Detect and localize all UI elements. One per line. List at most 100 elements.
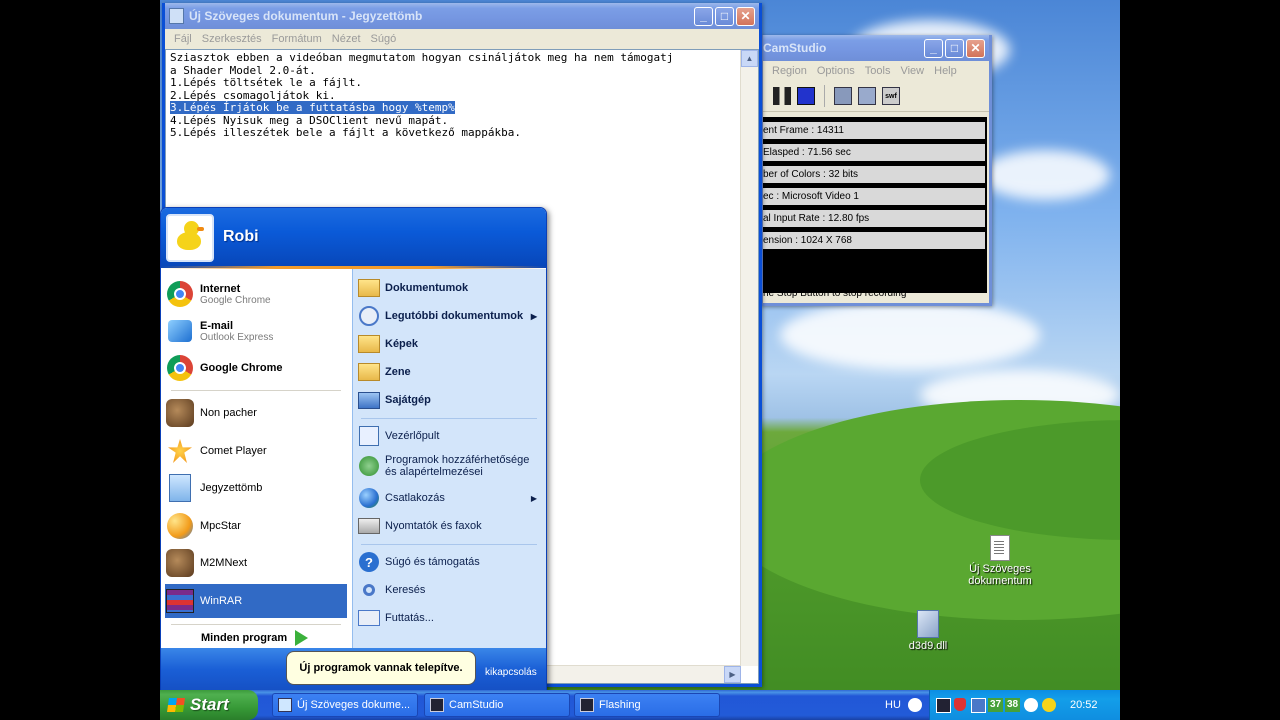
avatar[interactable] (166, 214, 214, 262)
menu-help[interactable]: Súgó (366, 33, 402, 45)
recent-m2mnext[interactable]: M2MNext (165, 547, 347, 579)
windows-logo-icon (167, 698, 185, 712)
tray-arrow-icon[interactable] (908, 698, 922, 712)
chrome-icon (165, 279, 195, 309)
program-label: Comet Player (200, 445, 267, 457)
separator (361, 544, 537, 545)
place-control-panel[interactable]: Vezérlőpult (357, 423, 543, 449)
place-label: Vezérlőpult (385, 430, 440, 442)
menu-edit[interactable]: Szerkesztés (197, 33, 267, 45)
program-label: Jegyzettömb (200, 482, 263, 494)
text-line: 1.Lépés töltsétek le a fájlt. (170, 76, 363, 89)
desktop-icon-text-document[interactable]: Új Szöveges dokumentum (960, 535, 1040, 587)
place-printers[interactable]: Nyomtatók és faxok (357, 513, 543, 539)
scroll-right-icon[interactable]: ▶ (724, 666, 741, 683)
minimize-button[interactable]: _ (694, 6, 713, 26)
close-button[interactable]: ✕ (736, 6, 755, 26)
task-camstudio[interactable]: CamStudio (424, 693, 570, 717)
pause-icon[interactable] (773, 87, 791, 105)
place-recent-documents[interactable]: Legutóbbi dokumentumok ▶ (357, 303, 543, 329)
vertical-scrollbar[interactable]: ▲ (740, 50, 758, 666)
annotation-icon[interactable] (858, 87, 876, 105)
menu-file[interactable]: Fájl (169, 33, 197, 45)
all-programs-button[interactable]: Minden program (201, 629, 351, 647)
place-search[interactable]: Keresés (357, 577, 543, 603)
recent-mpcstar[interactable]: MpcStar (165, 510, 347, 542)
close-button[interactable]: ✕ (966, 38, 985, 58)
place-run[interactable]: Futtatás... (357, 605, 543, 631)
dll-file-icon (917, 610, 939, 638)
place-label: Dokumentumok (385, 282, 469, 294)
task-notepad[interactable]: Új Szöveges dokume... (272, 693, 418, 717)
menu-view[interactable]: View (895, 65, 929, 77)
place-help[interactable]: ? Súgó és támogatás (357, 549, 543, 575)
region-icon[interactable] (834, 87, 852, 105)
notepad-titlebar[interactable]: Új Szöveges dokumentum - Jegyzettömb _ □… (165, 3, 759, 29)
menu-format[interactable]: Formátum (267, 33, 327, 45)
pinned-subtitle: Google Chrome (200, 294, 271, 306)
recording-stats-panel: ent Frame : 14311 Elasped : 71.56 sec be… (763, 117, 987, 293)
swf-icon[interactable]: swf (882, 87, 900, 105)
camstudio-titlebar[interactable]: CamStudio _ □ ✕ (763, 35, 989, 61)
place-label: Keresés (385, 584, 426, 596)
tray-app-icon[interactable] (971, 698, 986, 713)
tray-app-icon[interactable] (1042, 698, 1056, 712)
minimize-button[interactable]: _ (924, 38, 943, 58)
recent-documents-icon (357, 304, 381, 328)
menu-region[interactable]: Region (767, 65, 812, 77)
tray-counter[interactable]: 38 (1005, 698, 1020, 712)
tray-app-icon[interactable] (936, 698, 951, 713)
pinned-email[interactable]: E-mail Outlook Express (165, 314, 347, 348)
recent-google-chrome[interactable]: Google Chrome (165, 352, 347, 384)
camstudio-status: he Stop Button to stop recording (763, 288, 907, 299)
my-computer-icon (357, 388, 381, 412)
place-label: Csatlakozás (385, 492, 445, 504)
place-label: Képek (385, 338, 419, 350)
recent-winrar[interactable]: WinRAR (165, 584, 347, 618)
place-label: Súgó és támogatás (385, 556, 480, 568)
task-flashing[interactable]: Flashing (574, 693, 720, 717)
program-label: Google Chrome (200, 362, 283, 374)
maximize-button[interactable]: □ (715, 6, 734, 26)
connect-icon (357, 486, 381, 510)
stat-time-elapsed: Elasped : 71.56 sec (763, 144, 985, 161)
place-music[interactable]: Zene (357, 359, 543, 385)
camstudio-title: CamStudio (763, 41, 827, 55)
start-button[interactable]: Start (160, 690, 258, 720)
program-label: Non pacher (200, 407, 257, 419)
tray-counter[interactable]: 37 (988, 698, 1003, 712)
place-connect[interactable]: Csatlakozás ▶ (357, 485, 543, 511)
menu-help[interactable]: Help (929, 65, 962, 77)
menu-view[interactable]: Nézet (327, 33, 366, 45)
language-indicator[interactable]: HU (885, 699, 901, 711)
maximize-button[interactable]: □ (945, 38, 964, 58)
place-documents[interactable]: Dokumentumok (357, 275, 543, 301)
user-name: Robi (223, 228, 259, 245)
all-programs-label: Minden program (201, 632, 288, 644)
recent-notepad[interactable]: Jegyzettömb (165, 472, 347, 504)
menu-options[interactable]: Options (812, 65, 860, 77)
search-icon (357, 578, 381, 602)
program-label: M2MNext (200, 557, 248, 569)
notepad-icon (165, 473, 195, 503)
scroll-up-icon[interactable]: ▲ (741, 50, 758, 67)
place-my-computer[interactable]: Sajátgép (357, 387, 543, 413)
shield-icon[interactable] (954, 698, 966, 711)
start-menu-programs: Internet Google Chrome E-mail Outlook Expr… (161, 269, 351, 648)
stop-icon[interactable] (797, 87, 815, 105)
desktop-icon-label: Új Szöveges dokumentum (968, 563, 1032, 587)
place-label: Futtatás... (385, 612, 434, 624)
taskbar: Start Új Szöveges dokume... CamStudio Fl… (160, 690, 1120, 720)
start-label: Start (190, 695, 229, 714)
recent-non-pacher[interactable]: Non pacher (165, 397, 347, 429)
stat-colors: ber of Colors : 32 bits (763, 166, 985, 183)
menu-tools[interactable]: Tools (860, 65, 896, 77)
desktop-icon-d3d9[interactable]: d3d9.dll (888, 610, 968, 652)
recent-comet-player[interactable]: Comet Player (165, 435, 347, 467)
place-program-defaults[interactable]: Programok hozzáférhetősége és alapértelme… (357, 451, 543, 481)
place-pictures[interactable]: Képek (357, 331, 543, 357)
pinned-internet[interactable]: Internet Google Chrome (165, 277, 347, 311)
shutdown-label[interactable]: kikapcsolás (485, 667, 537, 678)
clock[interactable]: 20:52 (1070, 699, 1098, 711)
network-icon[interactable] (1024, 698, 1038, 712)
